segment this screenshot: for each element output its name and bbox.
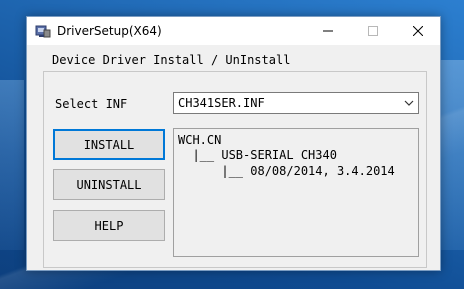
- driver-info-box: WCH.CN |__ USB-SERIAL CH340 |__ 08/08/20…: [173, 128, 419, 257]
- window-client-area: Device Driver Install / UnInstall Select…: [27, 45, 440, 270]
- info-line-version: |__ 08/08/2014, 3.4.2014: [178, 164, 395, 178]
- select-inf-label: Select INF: [55, 97, 128, 111]
- minimize-button[interactable]: [305, 17, 350, 45]
- info-line-vendor: WCH.CN: [178, 133, 222, 147]
- desktop-light-streak: [0, 80, 24, 250]
- close-button[interactable]: [395, 17, 440, 45]
- uninstall-button[interactable]: UNINSTALL: [53, 169, 165, 200]
- group-title: Device Driver Install / UnInstall: [49, 52, 294, 68]
- info-line-device: |__ USB-SERIAL CH340: [178, 148, 337, 162]
- maximize-icon: [367, 26, 378, 36]
- setup-icon: [35, 25, 51, 38]
- minimize-icon: [322, 30, 333, 32]
- window-title: DriverSetup(X64): [57, 24, 162, 38]
- driver-setup-window: DriverSetup(X64) Device Driver Install /…: [26, 16, 441, 271]
- title-bar[interactable]: DriverSetup(X64): [27, 17, 440, 45]
- inf-select-value: CH341SER.INF: [178, 96, 265, 110]
- install-button[interactable]: INSTALL: [53, 129, 165, 160]
- close-icon: [412, 26, 423, 36]
- inf-select-dropdown[interactable]: CH341SER.INF: [173, 92, 419, 114]
- help-button[interactable]: HELP: [53, 210, 165, 241]
- chevron-down-icon: [404, 100, 414, 106]
- maximize-button[interactable]: [350, 17, 395, 45]
